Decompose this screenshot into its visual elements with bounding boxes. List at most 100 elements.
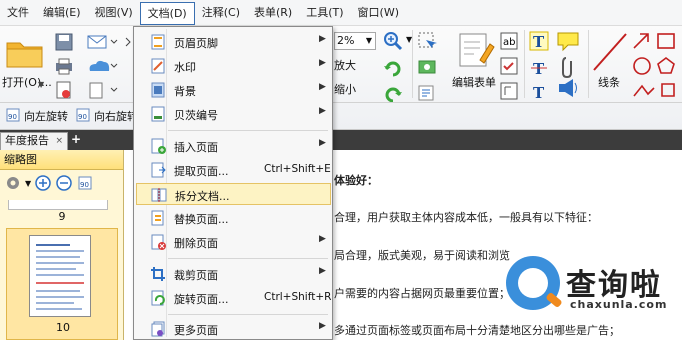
- menu-file[interactable]: 文件: [0, 2, 36, 24]
- extract-page-icon: [151, 162, 166, 178]
- gear-icon[interactable]: [4, 174, 22, 192]
- page-thumbnail-10[interactable]: 10: [6, 228, 118, 340]
- menu-window[interactable]: 窗口(W): [351, 2, 406, 24]
- zoom-select[interactable]: 2% ▼: [334, 32, 376, 50]
- menu-item-insert-page[interactable]: 插入页面 ▶: [136, 135, 331, 157]
- zoom-in-label[interactable]: 放大: [334, 57, 356, 73]
- open-button[interactable]: [4, 34, 46, 78]
- open-label: 打开(O)...: [2, 76, 52, 89]
- menu-item-replace-page[interactable]: 替换页面...: [136, 207, 331, 229]
- document-properties-icon: [56, 81, 71, 99]
- svg-text:90: 90: [80, 181, 89, 189]
- menu-item-header-footer[interactable]: 页眉页脚 ▶: [136, 31, 331, 53]
- svg-text:ab: ab: [503, 37, 515, 48]
- properties-button[interactable]: [54, 80, 74, 100]
- save-icon: [55, 33, 73, 51]
- typewriter-button[interactable]: [416, 82, 438, 104]
- document-tab-strip: 年度报告 × +: [0, 130, 682, 150]
- menu-item-bates-numbering[interactable]: 贝茨编号 ▶: [136, 103, 331, 125]
- hand-tool-button[interactable]: [416, 30, 438, 52]
- edit-form-button[interactable]: [452, 30, 496, 74]
- menu-tools[interactable]: 工具(T): [299, 2, 350, 24]
- background-icon: [151, 82, 165, 98]
- menu-item-watermark[interactable]: 水印 ▶: [136, 55, 331, 77]
- bates-number-icon: [151, 106, 165, 122]
- menu-bar: 文件 编辑(E) 视图(V) 文档(D) 注释(C) 表单(R) 工具(T) 窗…: [0, 0, 682, 26]
- submenu-arrow-icon: ▶: [319, 266, 326, 276]
- comment-tools[interactable]: [556, 30, 582, 104]
- zoom-out-label[interactable]: 缩小: [334, 81, 356, 97]
- menu-item-label: 更多页面: [174, 324, 218, 337]
- lines-label: 线条: [598, 76, 620, 89]
- menu-item-label: 旋转页面...: [174, 293, 229, 306]
- chevron-down-icon: ▼: [365, 36, 372, 45]
- ribbon-toolbar: 打开(O)... ▼ 2% ▼ 放大 缩小 ▼ 编辑表单 ab T T T 线条…: [0, 26, 682, 130]
- zoom-in-button[interactable]: [382, 30, 404, 52]
- menu-item-background[interactable]: 背景 ▶: [136, 79, 331, 101]
- submenu-arrow-icon: ▶: [319, 34, 326, 44]
- attach-button[interactable]: [86, 80, 120, 100]
- rotate-right-label[interactable]: 向右旋转: [94, 108, 138, 124]
- save-button[interactable]: [54, 32, 74, 52]
- page-number-label-selected: 10: [56, 321, 70, 334]
- panel-title: 缩略图: [0, 150, 123, 170]
- add-tab-button[interactable]: +: [70, 133, 82, 145]
- edit-form-icon: [459, 33, 495, 67]
- menu-item-split-document[interactable]: 拆分文档...: [136, 183, 331, 205]
- snapshot-button[interactable]: [416, 56, 438, 78]
- menu-item-more-pages[interactable]: 更多页面 ▶: [136, 318, 331, 340]
- email-button[interactable]: [86, 32, 120, 52]
- text-annotation-tools[interactable]: TTT: [528, 30, 550, 104]
- submenu-arrow-icon: ▶: [319, 106, 326, 116]
- shape-tools[interactable]: [630, 30, 680, 104]
- menu-form[interactable]: 表单(R): [247, 2, 299, 24]
- magnifier-plus-icon: [384, 32, 403, 51]
- shapes-icon: [633, 33, 675, 97]
- submenu-arrow-icon: ▶: [319, 138, 326, 148]
- page-thumbnail-9[interactable]: [8, 200, 108, 210]
- menu-item-crop-page[interactable]: 裁剪页面 ▶: [136, 263, 331, 285]
- rotate-right-button[interactable]: 90: [74, 106, 92, 124]
- open-dropdown-arrow-icon[interactable]: ▼: [38, 80, 44, 89]
- crop-page-icon: [151, 267, 165, 281]
- rotate-left-label[interactable]: 向左旋转: [24, 108, 68, 124]
- menu-item-label: 页眉页脚: [174, 37, 218, 50]
- menu-item-delete-page[interactable]: 删除页面 ▶: [136, 231, 331, 253]
- svg-text:T: T: [533, 60, 545, 78]
- menu-edit[interactable]: 编辑(E): [36, 2, 88, 24]
- rotate-thumbnail-icon[interactable]: 90: [76, 174, 94, 192]
- replace-page-icon: [151, 210, 164, 226]
- close-icon[interactable]: ×: [55, 133, 63, 149]
- select-tool-icon: [418, 32, 437, 48]
- zoom-out-icon[interactable]: [55, 174, 73, 192]
- menu-item-extract-page[interactable]: 提取页面... Ctrl+Shift+E: [136, 159, 331, 181]
- form-field-tools[interactable]: ab: [498, 30, 520, 104]
- menu-comment[interactable]: 注释(C): [195, 2, 247, 24]
- chevron-down-icon[interactable]: ▼: [25, 179, 31, 188]
- menu-item-label: 插入页面: [174, 141, 218, 154]
- content-line: 体验好：: [334, 174, 378, 187]
- edit-form-label: 编辑表单: [452, 76, 496, 89]
- folder-icon: [6, 42, 43, 68]
- cloud-button[interactable]: [86, 56, 120, 76]
- print-button[interactable]: [54, 56, 74, 76]
- split-document-icon: [151, 188, 167, 202]
- rotate-left-button[interactable]: 90: [4, 106, 22, 124]
- content-line: 户需要的内容占据网页最重要位置；: [334, 287, 510, 300]
- menu-item-label: 提取页面...: [174, 165, 229, 178]
- content-line: 合理，用户获取主体内容成本低，一般具有以下特征：: [334, 211, 598, 224]
- attach-icon: [89, 82, 118, 99]
- rotate-view-cw-button[interactable]: [382, 56, 404, 78]
- rotate-view-ccw-button[interactable]: [382, 82, 404, 104]
- logo-tail: [545, 291, 563, 309]
- menu-item-rotate-page[interactable]: 旋转页面... Ctrl+Shift+R: [136, 287, 331, 309]
- watermark-icon: [151, 58, 165, 74]
- tab-annual-report[interactable]: 年度报告 ×: [0, 132, 68, 150]
- line-tool-button[interactable]: [590, 30, 630, 74]
- tab-label: 年度报告: [5, 134, 49, 147]
- zoom-in-icon[interactable]: [34, 174, 52, 192]
- cloud-icon: [89, 60, 118, 71]
- menu-document[interactable]: 文档(D): [139, 2, 195, 25]
- submenu-arrow-icon: ▶: [319, 321, 326, 331]
- menu-view[interactable]: 视图(V): [88, 2, 140, 24]
